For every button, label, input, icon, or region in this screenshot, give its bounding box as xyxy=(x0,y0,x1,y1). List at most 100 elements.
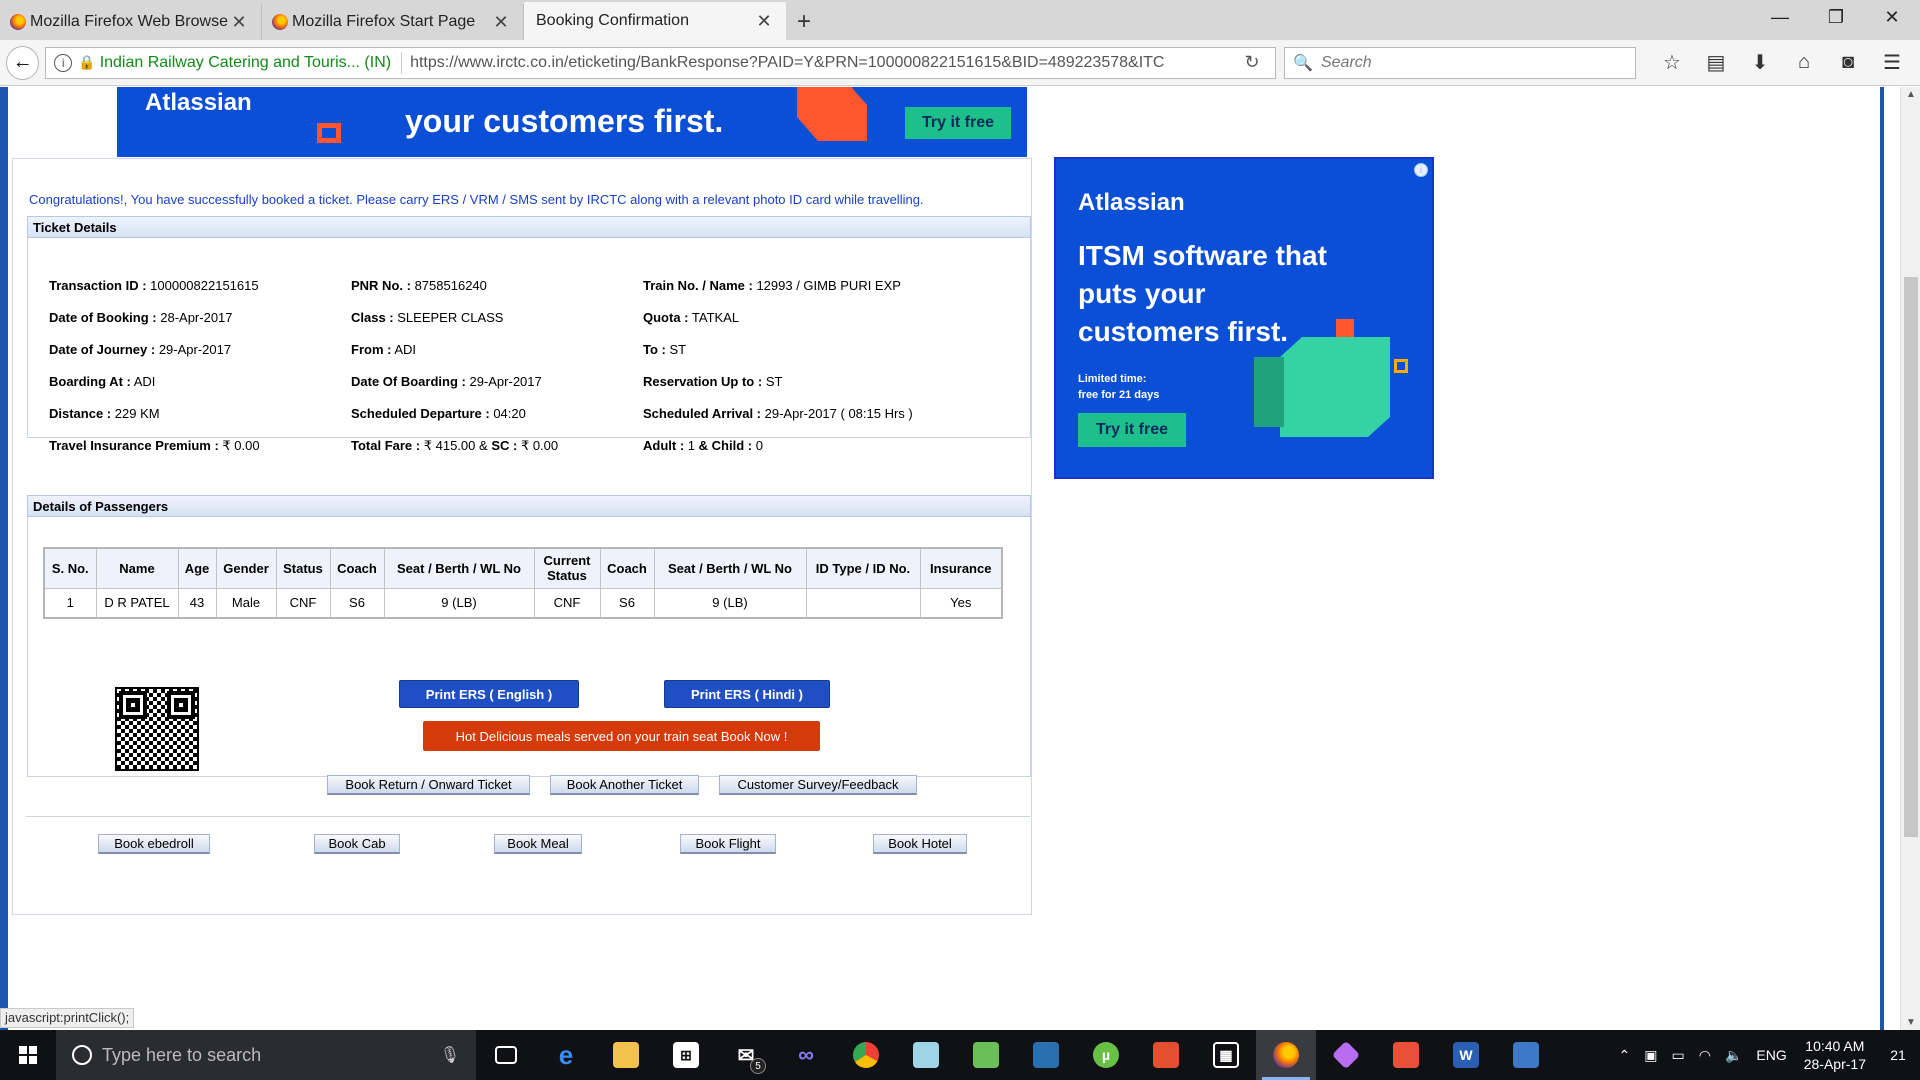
task-view-icon[interactable] xyxy=(476,1030,536,1080)
app-icon[interactable] xyxy=(896,1030,956,1080)
notification-center-icon[interactable]: 21 xyxy=(1876,1030,1920,1080)
page-border-left xyxy=(0,87,8,1030)
info-icon[interactable]: i xyxy=(54,53,73,72)
from-station: From : ADI xyxy=(351,342,417,357)
tab-firefox-start-page[interactable]: Mozilla Firefox Start Page ✕ xyxy=(262,4,524,40)
wifi-icon[interactable]: ◠ xyxy=(1692,1047,1718,1064)
taskbar-apps: e ⊞ ✉ 5 ∞ µ ▦ W xyxy=(476,1030,1556,1080)
ad-illustration xyxy=(1280,337,1390,437)
home-icon[interactable]: ⌂ xyxy=(1782,47,1826,79)
download-icon[interactable]: ⬇ xyxy=(1738,47,1782,79)
back-button[interactable]: ← xyxy=(6,45,40,80)
side-ad-banner[interactable]: i Atlassian ITSM software that puts your… xyxy=(1054,157,1434,479)
reading-list-icon[interactable]: ▤ xyxy=(1694,47,1738,79)
ad-brand-logo: Atlassian xyxy=(145,89,252,116)
book-return-ticket-button[interactable]: Book Return / Onward Ticket xyxy=(327,775,530,795)
col-name: Name xyxy=(95,547,179,589)
chevron-up-icon[interactable]: ⌃ xyxy=(1612,1047,1638,1064)
word-icon[interactable]: W xyxy=(1436,1030,1496,1080)
travel-class: Class : SLEEPER CLASS xyxy=(351,310,504,325)
book-flight-button[interactable]: Book Flight xyxy=(680,834,776,854)
language-indicator[interactable]: ENG xyxy=(1749,1047,1793,1063)
close-window-icon[interactable]: ✕ xyxy=(1864,0,1920,34)
mail-badge: 5 xyxy=(750,1058,766,1074)
new-tab-button[interactable]: + xyxy=(786,4,822,40)
clock[interactable]: 10:40 AM 28-Apr-17 xyxy=(1794,1037,1876,1073)
cell-current-coach: S6 xyxy=(599,587,655,619)
reload-icon[interactable]: ↻ xyxy=(1237,52,1267,73)
calculator-icon[interactable]: ▦ xyxy=(1196,1030,1256,1080)
infinity-app-icon[interactable]: ∞ xyxy=(776,1030,836,1080)
date-of-booking: Date of Booking : 28-Apr-2017 xyxy=(49,310,233,325)
store-icon[interactable]: ⊞ xyxy=(656,1030,716,1080)
cell-name: D R PATEL xyxy=(95,587,179,619)
minimize-icon[interactable]: — xyxy=(1752,0,1808,34)
scroll-thumb[interactable] xyxy=(1904,277,1918,837)
app-icon[interactable] xyxy=(956,1030,1016,1080)
utorrent-icon[interactable]: µ xyxy=(1076,1030,1136,1080)
taskbar-search-input[interactable]: Type here to search 🎙 xyxy=(56,1030,476,1080)
cell-seat: 9 (LB) xyxy=(383,587,535,619)
scroll-down-icon[interactable]: ▼ xyxy=(1901,1017,1920,1028)
book-ebedroll-button[interactable]: Book ebedroll xyxy=(98,834,210,854)
app-icon[interactable] xyxy=(1316,1030,1376,1080)
tab-firefox-web-browser[interactable]: Mozilla Firefox Web Browser ✕ xyxy=(0,4,262,40)
menu-icon[interactable]: ☰ xyxy=(1870,47,1914,79)
pocket-icon[interactable]: ◙ xyxy=(1826,47,1870,79)
cell-gender: Male xyxy=(215,587,277,619)
book-meals-button[interactable]: Hot Delicious meals served on your train… xyxy=(423,721,820,751)
url-text[interactable]: https://www.irctc.co.in/eticketing/BankR… xyxy=(410,54,1237,72)
url-bar[interactable]: i 🔒 Indian Railway Catering and Touris..… xyxy=(45,46,1277,79)
app-icon[interactable] xyxy=(1376,1030,1436,1080)
close-tab-icon[interactable]: ✕ xyxy=(229,12,249,33)
restore-icon[interactable]: ❐ xyxy=(1808,0,1864,34)
bookmark-star-icon[interactable]: ☆ xyxy=(1650,47,1694,79)
insurance-premium: Travel Insurance Premium : ₹ 0.00 xyxy=(49,438,260,453)
book-another-ticket-button[interactable]: Book Another Ticket xyxy=(550,775,699,795)
app-icon[interactable] xyxy=(1496,1030,1556,1080)
book-meal-button[interactable]: Book Meal xyxy=(494,834,582,854)
mail-icon[interactable]: ✉ 5 xyxy=(716,1030,776,1080)
page-scrollbar[interactable]: ▲ ▼ xyxy=(1900,87,1920,1030)
cell-current-status: CNF xyxy=(533,587,601,619)
file-explorer-icon[interactable] xyxy=(596,1030,656,1080)
table-row: 1 D R PATEL 43 Male CNF S6 9 (LB) CNF S6… xyxy=(43,587,1003,619)
microphone-icon[interactable]: 🎙 xyxy=(440,1045,460,1065)
date-of-boarding: Date Of Boarding : 29-Apr-2017 xyxy=(351,374,542,389)
lock-icon[interactable]: 🔒 xyxy=(78,54,95,71)
customer-survey-button[interactable]: Customer Survey/Feedback xyxy=(719,775,917,795)
to-station: To : ST xyxy=(643,342,687,357)
print-ers-hindi-button[interactable]: Print ERS ( Hindi ) xyxy=(664,680,830,708)
app-icon[interactable] xyxy=(1016,1030,1076,1080)
col-coach: Coach xyxy=(329,547,385,589)
ad-illustration xyxy=(1254,357,1284,427)
book-cab-button[interactable]: Book Cab xyxy=(314,834,400,854)
search-input[interactable]: 🔍 Search xyxy=(1284,46,1636,79)
scroll-up-icon[interactable]: ▲ xyxy=(1901,89,1920,100)
firefox-taskbar-icon[interactable] xyxy=(1256,1030,1316,1080)
book-hotel-button[interactable]: Book Hotel xyxy=(873,834,967,854)
app-icon[interactable] xyxy=(1136,1030,1196,1080)
top-ad-banner[interactable]: Atlassian your customers first. Try it f… xyxy=(117,87,1027,157)
print-ers-english-button[interactable]: Print ERS ( English ) xyxy=(399,680,579,708)
ad-try-button[interactable]: Try it free xyxy=(1078,413,1186,447)
chrome-icon[interactable] xyxy=(836,1030,896,1080)
volume-icon[interactable]: 🔈 xyxy=(1718,1047,1749,1064)
cell-id xyxy=(805,587,921,619)
close-tab-icon[interactable]: ✕ xyxy=(754,11,774,32)
reservation-up-to: Reservation Up to : ST xyxy=(643,374,783,389)
ad-info-icon[interactable]: i xyxy=(1414,163,1428,177)
battery-icon[interactable]: ▭ xyxy=(1665,1047,1692,1064)
tab-booking-confirmation[interactable]: Booking Confirmation ✕ xyxy=(524,2,786,40)
ad-try-button[interactable]: Try it free xyxy=(905,107,1011,139)
close-tab-icon[interactable]: ✕ xyxy=(491,12,511,33)
col-id: ID Type / ID No. xyxy=(805,547,921,589)
page-border-right xyxy=(1880,87,1884,1030)
scheduled-departure: Scheduled Departure : 04:20 xyxy=(351,406,526,421)
quota: Quota : TATKAL xyxy=(643,310,740,325)
start-button[interactable] xyxy=(0,1030,56,1080)
site-identity[interactable]: Indian Railway Catering and Touris... (I… xyxy=(100,54,391,72)
edge-icon[interactable]: e xyxy=(536,1030,596,1080)
passenger-count: Adult : 1 & Child : 0 xyxy=(643,438,763,453)
tray-app-icon[interactable]: ▣ xyxy=(1637,1047,1664,1064)
